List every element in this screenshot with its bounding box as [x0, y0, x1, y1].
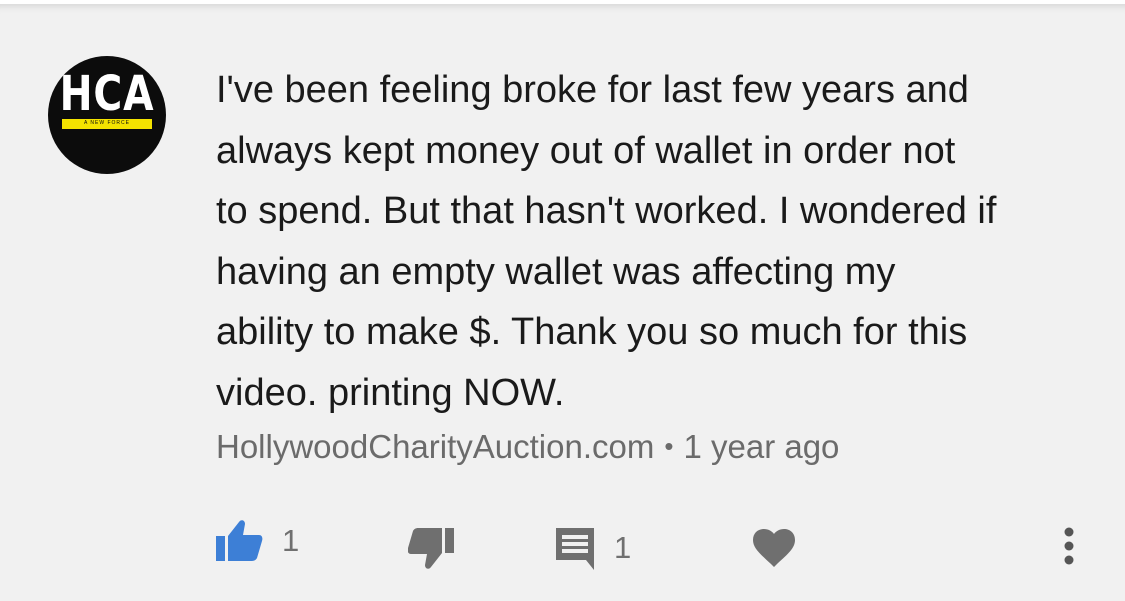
reply-button[interactable]: 1 [554, 526, 631, 570]
thumb-down-icon [408, 528, 454, 569]
dislike-button[interactable] [408, 526, 456, 570]
like-button[interactable]: 1 [214, 519, 299, 563]
comment-card: HCA A NEW FORCE I've been feeling broke … [0, 4, 1125, 601]
reply-count: 1 [614, 530, 632, 565]
comment-icon [556, 528, 594, 570]
heart-button[interactable] [752, 528, 796, 568]
heart-icon [753, 529, 795, 567]
more-options-button[interactable] [1062, 526, 1076, 566]
thumb-up-icon [216, 520, 263, 561]
like-count: 1 [282, 523, 300, 558]
comment-actions: 1 1 [0, 4, 1125, 601]
more-vert-icon [1064, 527, 1074, 565]
